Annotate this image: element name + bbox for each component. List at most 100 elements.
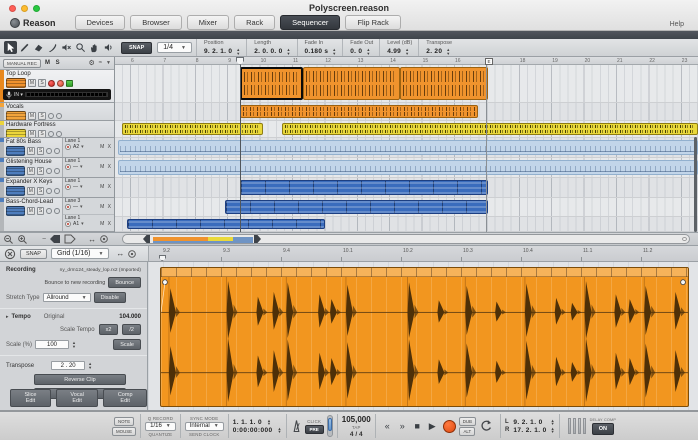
solo-button[interactable]: S	[37, 147, 45, 155]
record-enable-icon[interactable]	[46, 188, 52, 194]
lane-record-icon[interactable]	[65, 164, 71, 170]
collapse-icon[interactable]: −	[42, 236, 46, 243]
manual-rec-button[interactable]: MANUAL REC	[3, 59, 41, 68]
navigator-right-handle[interactable]	[254, 235, 261, 243]
lane-record-icon[interactable]	[65, 184, 71, 190]
monitor-icon[interactable]	[54, 148, 60, 154]
arrow-tool-icon[interactable]	[4, 41, 17, 54]
navigator-left-handle[interactable]	[143, 235, 150, 243]
arrangement-track-row[interactable]	[115, 217, 698, 232]
arrangement-track-row[interactable]	[115, 138, 698, 158]
arrangement-track-row[interactable]	[115, 121, 698, 138]
slice-marker-strip[interactable]	[161, 268, 688, 277]
razor-tool-icon[interactable]	[46, 41, 59, 54]
stepper[interactable]: ▲▼	[72, 341, 76, 348]
stepper[interactable]: ▲▼	[287, 48, 291, 55]
stepper[interactable]: ▲▼	[551, 419, 555, 426]
solo-button[interactable]: S	[37, 187, 45, 195]
rewind-button[interactable]: «	[380, 421, 395, 431]
snap-toggle-button[interactable]: SNAP	[121, 42, 152, 54]
help-link[interactable]: Help	[670, 21, 684, 28]
alt-button[interactable]: ALT	[459, 427, 475, 436]
solo-button[interactable]: S	[38, 79, 46, 87]
lane-lane-1[interactable]: Lane 1A1▾M X	[63, 215, 114, 231]
monitor-icon[interactable]	[54, 208, 60, 214]
lane-lane-1[interactable]: Lane 1A2▾M X	[63, 138, 114, 157]
tempo-x2-button[interactable]: x2	[99, 324, 119, 335]
note-button[interactable]: NOTE	[114, 417, 134, 426]
stepper[interactable]: ▲▼	[332, 48, 336, 55]
mute-button[interactable]: M	[28, 130, 36, 137]
mute-tool-icon[interactable]	[60, 41, 73, 54]
tab-comp-edit[interactable]: Comp Edit	[103, 389, 147, 407]
stepper[interactable]: ▲▼	[366, 48, 370, 55]
q-record-label[interactable]: Q RECORD	[148, 416, 173, 421]
track-bass-chord-lead[interactable]: Bass-Chord-LeadMSLane 3—▾M XLane 1A1▾M X	[0, 198, 114, 232]
lane-mute-delete[interactable]: M X	[100, 221, 112, 227]
quantize-label[interactable]: QUANTIZE	[149, 432, 173, 437]
solo-button[interactable]: S	[37, 207, 45, 215]
track-fat-80s-bass[interactable]: Fat 80s BassMSLane 1A2▾M X	[0, 138, 114, 158]
tab-slice-edit[interactable]: Slice Edit	[10, 389, 51, 407]
monitor-icon[interactable]	[56, 113, 62, 119]
lane-lane-1[interactable]: Lane 1—▾M X	[63, 178, 114, 197]
lane-record-icon[interactable]	[65, 144, 71, 150]
right-locator-value[interactable]: 17. 2. 1. 0	[513, 427, 546, 434]
lane-mute-delete[interactable]: M X	[100, 184, 112, 190]
fast-forward-button[interactable]: »	[395, 421, 410, 431]
arrangement-area[interactable]: 67891011121314151617181920212223 E	[115, 57, 698, 232]
time-signature[interactable]: 4 / 4	[350, 431, 363, 438]
stop-button[interactable]: ■	[410, 421, 425, 431]
stretch-type-select[interactable]: Allround ▼	[43, 293, 91, 302]
lane-lane-3[interactable]: Lane 3—▾M X	[63, 198, 114, 215]
selected-orange-clip[interactable]	[240, 67, 303, 100]
audio-input-strip[interactable]: IN ▾	[3, 89, 111, 100]
tempo-value[interactable]: 105,000	[342, 415, 371, 424]
play-button[interactable]: ▶	[425, 421, 440, 432]
song-navigator[interactable]	[122, 234, 690, 244]
left-locator-value[interactable]: 9. 2. 1. 0	[513, 419, 546, 426]
chevron-down-icon[interactable]: ▼	[106, 60, 111, 66]
waveform-editor-area[interactable]	[148, 262, 698, 410]
orange-clip[interactable]	[303, 67, 400, 100]
yellow-clip[interactable]	[122, 123, 263, 135]
stereo-waveform[interactable]	[161, 277, 688, 406]
slider-thumb[interactable]	[328, 418, 332, 431]
monitor-icon[interactable]	[54, 188, 60, 194]
close-editor-icon[interactable]	[4, 248, 16, 260]
field-value[interactable]: 2. 0. 0. 0	[254, 48, 282, 55]
arrangement-track-row[interactable]	[115, 198, 698, 217]
chevron-down-icon[interactable]: ▾	[80, 164, 83, 170]
mute-button[interactable]: M	[27, 167, 35, 175]
vertical-scrollbar[interactable]	[694, 137, 697, 232]
view-tab-sequencer[interactable]: Sequencer	[280, 15, 340, 30]
view-tab-mixer[interactable]: Mixer	[187, 15, 229, 30]
editor-grid-select[interactable]: Grid (1/16) ▼	[51, 248, 109, 259]
monitor-icon[interactable]	[56, 131, 62, 137]
view-tab-browser[interactable]: Browser	[130, 15, 182, 30]
automation-icon[interactable]: ≈	[99, 60, 102, 66]
zoom-out-icon[interactable]	[3, 234, 14, 245]
transpose-field[interactable]: 2 . 20	[51, 361, 85, 370]
lane-mute-delete[interactable]: M X	[100, 144, 112, 150]
solo-button[interactable]: S	[38, 112, 46, 120]
pencil-tool-icon[interactable]	[18, 41, 31, 54]
bar-ruler[interactable]: 67891011121314151617181920212223	[115, 57, 698, 65]
chevron-down-icon[interactable]: ▾	[80, 204, 83, 210]
magnify-tool-icon[interactable]	[74, 41, 87, 54]
stepper[interactable]: ▲▼	[88, 362, 92, 369]
chevron-down-icon[interactable]: ▾	[81, 221, 84, 227]
editor-snap-button[interactable]: SNAP	[20, 249, 47, 259]
view-tab-flip-rack[interactable]: Flip Rack	[345, 15, 400, 30]
h-expand-icon[interactable]: ↔	[88, 235, 96, 244]
record-button[interactable]	[443, 420, 456, 433]
loop-icon[interactable]	[479, 419, 493, 433]
editor-beat-ruler[interactable]: 9.29.39.410.110.210.310.411.111.2	[148, 246, 698, 261]
mute-button[interactable]: M	[27, 207, 35, 215]
field-value[interactable]: 9. 2. 1. 0	[204, 48, 232, 55]
disclosure-triangle-icon[interactable]: ▸	[6, 314, 9, 320]
arrangement-track-row[interactable]	[115, 178, 698, 198]
yellow-clip[interactable]	[282, 123, 698, 135]
track-expander-x-keys[interactable]: Expander X KeysMSLane 1—▾M X	[0, 178, 114, 198]
field-value[interactable]: 4.99	[387, 48, 401, 55]
